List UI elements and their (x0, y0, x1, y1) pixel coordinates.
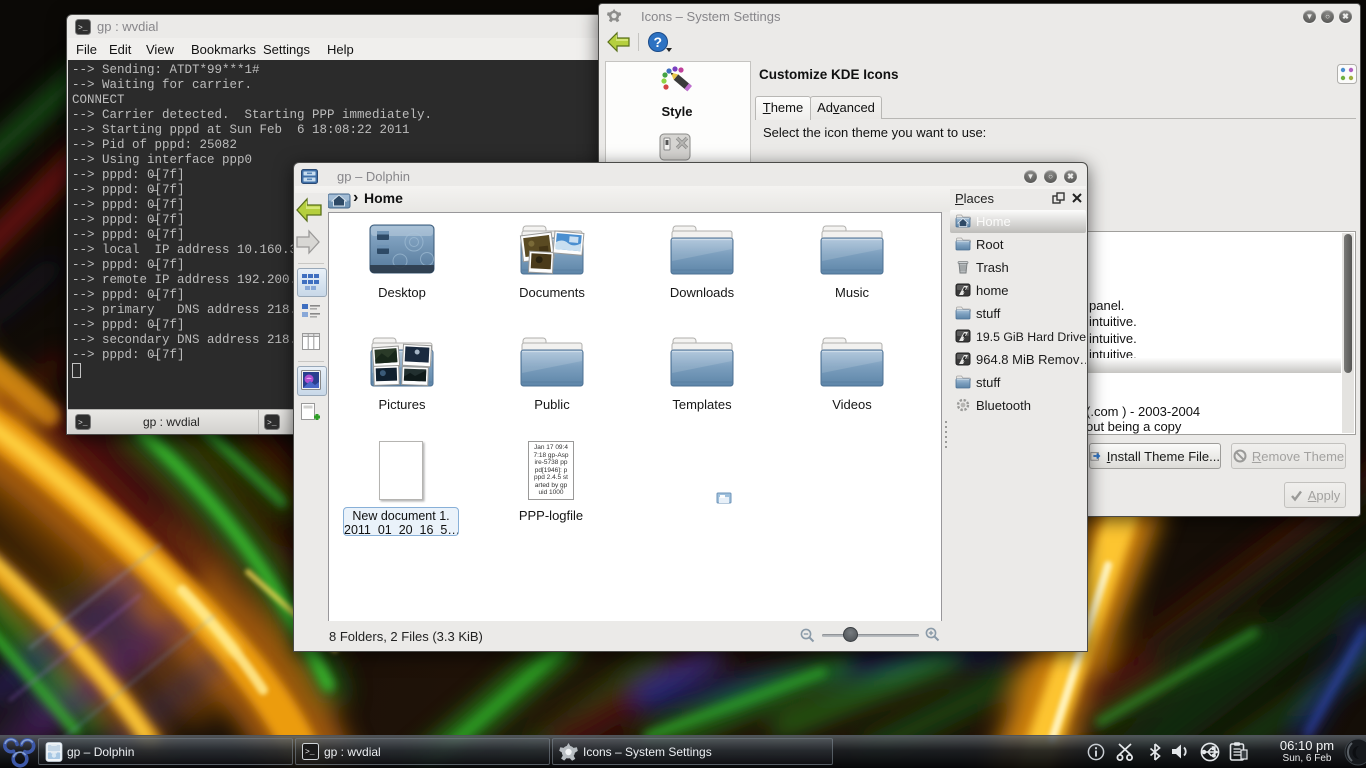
svg-text:>_: >_ (305, 748, 315, 757)
svg-text:>_: >_ (78, 419, 88, 428)
svg-text:>_: >_ (267, 419, 277, 428)
svg-text:?: ? (654, 34, 663, 50)
svg-text:>_: >_ (78, 24, 88, 33)
